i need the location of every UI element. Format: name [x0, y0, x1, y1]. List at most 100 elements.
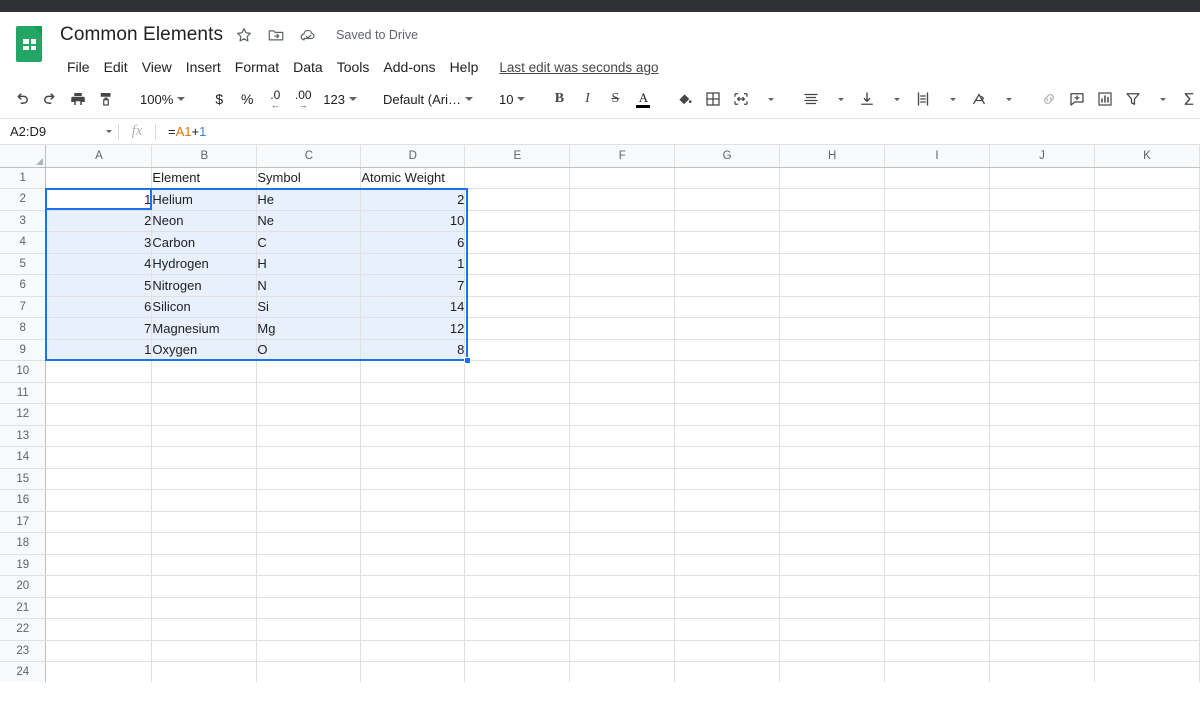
cell-A16[interactable]: [45, 489, 153, 512]
cell-A10[interactable]: [45, 360, 153, 383]
cell-K11[interactable]: [1094, 382, 1200, 404]
cell-G22[interactable]: [674, 618, 781, 641]
cell-I17[interactable]: [884, 511, 990, 533]
select-all-corner[interactable]: [0, 145, 47, 168]
cell-D14[interactable]: [360, 446, 466, 469]
cell-B9[interactable]: Oxygen: [151, 339, 258, 361]
cell-J21[interactable]: [989, 597, 1095, 619]
column-header-c[interactable]: C: [256, 145, 362, 168]
text-wrap-icon[interactable]: [909, 85, 937, 113]
cell-E24[interactable]: [464, 661, 571, 682]
fill-color-icon[interactable]: [671, 85, 699, 113]
cell-B8[interactable]: Magnesium: [151, 317, 258, 340]
row-header-24[interactable]: 24: [0, 661, 47, 682]
cell-H6[interactable]: [779, 274, 886, 297]
cell-D5[interactable]: 1: [360, 253, 466, 275]
cell-G18[interactable]: [674, 532, 781, 555]
increase-decimal-button[interactable]: .00 →: [289, 85, 317, 113]
row-header-5[interactable]: 5: [0, 253, 47, 275]
cell-K15[interactable]: [1094, 468, 1200, 490]
menu-item-insert[interactable]: Insert: [179, 57, 228, 77]
horizontal-align-dropdown[interactable]: [825, 85, 853, 113]
text-rotation-dropdown[interactable]: [993, 85, 1021, 113]
cell-I8[interactable]: [884, 317, 990, 340]
cell-D24[interactable]: [360, 661, 466, 682]
cell-B4[interactable]: Carbon: [151, 231, 258, 254]
cell-K22[interactable]: [1094, 618, 1200, 641]
bold-button[interactable]: B: [545, 85, 573, 113]
merge-cells-icon[interactable]: [727, 85, 755, 113]
move-to-folder-icon[interactable]: [267, 26, 285, 44]
row-header-12[interactable]: 12: [0, 403, 47, 426]
cell-E4[interactable]: [464, 231, 571, 254]
cell-B21[interactable]: [151, 597, 258, 619]
cell-K24[interactable]: [1094, 661, 1200, 682]
cell-A14[interactable]: [45, 446, 153, 469]
cell-K16[interactable]: [1094, 489, 1200, 512]
cell-J24[interactable]: [989, 661, 1095, 682]
cell-H2[interactable]: [779, 188, 886, 211]
cell-K13[interactable]: [1094, 425, 1200, 447]
cell-I22[interactable]: [884, 618, 990, 641]
row-header-8[interactable]: 8: [0, 317, 47, 340]
cell-G24[interactable]: [674, 661, 781, 682]
row-header-19[interactable]: 19: [0, 554, 47, 576]
name-box-dropdown[interactable]: [96, 119, 118, 144]
sheets-logo-wrap[interactable]: [0, 18, 60, 80]
cell-G5[interactable]: [674, 253, 781, 275]
cell-C17[interactable]: [256, 511, 362, 533]
cell-H7[interactable]: [779, 296, 886, 318]
cell-F8[interactable]: [569, 317, 676, 340]
cell-A6[interactable]: 5: [45, 274, 153, 297]
percent-format-button[interactable]: %: [233, 85, 261, 113]
cell-F23[interactable]: [569, 640, 676, 662]
cell-J14[interactable]: [989, 446, 1095, 469]
menu-item-edit[interactable]: Edit: [97, 57, 135, 77]
row-header-21[interactable]: 21: [0, 597, 47, 619]
cell-I4[interactable]: [884, 231, 990, 254]
cell-I16[interactable]: [884, 489, 990, 512]
cell-B15[interactable]: [151, 468, 258, 490]
redo-icon[interactable]: [36, 85, 64, 113]
cell-I18[interactable]: [884, 532, 990, 555]
cell-K23[interactable]: [1094, 640, 1200, 662]
cell-G11[interactable]: [674, 382, 781, 404]
cell-H17[interactable]: [779, 511, 886, 533]
cell-D16[interactable]: [360, 489, 466, 512]
cell-A18[interactable]: [45, 532, 153, 555]
cell-C18[interactable]: [256, 532, 362, 555]
cell-F3[interactable]: [569, 210, 676, 232]
column-header-i[interactable]: I: [884, 145, 990, 168]
cell-F9[interactable]: [569, 339, 676, 361]
cell-E14[interactable]: [464, 446, 571, 469]
cell-H11[interactable]: [779, 382, 886, 404]
cell-A12[interactable]: [45, 403, 153, 426]
cell-D20[interactable]: [360, 575, 466, 598]
cell-C7[interactable]: Si: [256, 296, 362, 318]
cell-D1[interactable]: Atomic Weight: [360, 167, 466, 189]
cell-C1[interactable]: Symbol: [256, 167, 362, 189]
cell-G15[interactable]: [674, 468, 781, 490]
cell-D4[interactable]: 6: [360, 231, 466, 254]
cell-D9[interactable]: 8: [360, 339, 466, 361]
text-color-button[interactable]: A: [629, 85, 657, 113]
cell-I21[interactable]: [884, 597, 990, 619]
column-header-k[interactable]: K: [1094, 145, 1200, 168]
cell-E22[interactable]: [464, 618, 571, 641]
menu-item-addons[interactable]: Add-ons: [376, 57, 442, 77]
cell-A9[interactable]: 1: [45, 339, 153, 361]
row-header-17[interactable]: 17: [0, 511, 47, 533]
cell-H1[interactable]: [779, 167, 886, 189]
row-header-1[interactable]: 1: [0, 167, 47, 189]
cell-F7[interactable]: [569, 296, 676, 318]
cell-C8[interactable]: Mg: [256, 317, 362, 340]
cell-I9[interactable]: [884, 339, 990, 361]
cell-B6[interactable]: Nitrogen: [151, 274, 258, 297]
cell-J17[interactable]: [989, 511, 1095, 533]
sheets-logo-icon[interactable]: [16, 26, 44, 64]
cell-J19[interactable]: [989, 554, 1095, 576]
number-format-select[interactable]: 123: [317, 85, 363, 113]
cell-B5[interactable]: Hydrogen: [151, 253, 258, 275]
cell-D10[interactable]: [360, 360, 466, 383]
cell-J2[interactable]: [989, 188, 1095, 211]
